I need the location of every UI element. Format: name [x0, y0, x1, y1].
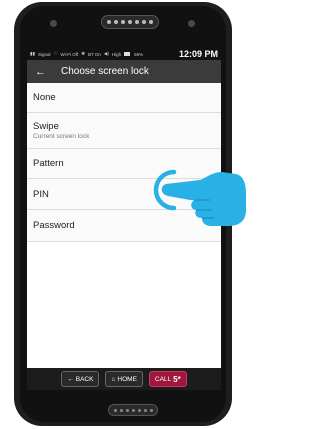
clock: 12:09 PM: [178, 49, 218, 59]
front-camera: [50, 20, 57, 27]
bluetooth-label: BT On: [87, 51, 101, 57]
signal-label: Signal: [37, 51, 51, 57]
home-button[interactable]: ⌂ HOME: [105, 371, 143, 387]
battery-level: 55%: [134, 51, 144, 57]
back-button-label: BACK: [75, 375, 94, 383]
back-arrow-icon: ←: [67, 375, 74, 383]
option-label: Swipe: [33, 121, 59, 132]
volume-label: High: [111, 51, 122, 57]
option-sublabel: Current screen lock: [33, 133, 90, 140]
option-swipe[interactable]: Swipe Current screen lock: [27, 113, 221, 149]
call-key-label: 5*: [173, 374, 181, 384]
bluetooth-icon: ✱: [81, 51, 85, 56]
home-button-label: HOME: [117, 375, 137, 383]
bottom-speaker: [108, 404, 158, 416]
wifi-icon: ♡: [53, 51, 58, 56]
signal-icon: ▮▮: [30, 51, 35, 56]
proximity-sensor: [188, 20, 195, 27]
pointing-hand-icon: [153, 169, 246, 226]
arrow-left-icon[interactable]: ←: [35, 66, 57, 78]
app-bar: ← Choose screen lock: [27, 60, 221, 83]
home-icon: ⌂: [111, 375, 116, 383]
status-bar: ▮▮ Signal ♡ Wi-Fi Off ✱ BT On ◀) High 55…: [27, 48, 221, 60]
call-button[interactable]: CALL 5*: [148, 371, 187, 387]
navigation-bar: ← BACK ⌂ HOME CALL 5*: [27, 368, 221, 390]
option-label: None: [33, 92, 56, 103]
call-button-label: CALL: [154, 375, 172, 383]
back-button[interactable]: ← BACK: [61, 371, 100, 387]
top-speaker: [101, 15, 159, 29]
page-title: Choose screen lock: [61, 66, 149, 77]
battery-icon: [124, 52, 131, 56]
wifi-label: Wi-Fi Off: [60, 51, 79, 57]
volume-icon: ◀): [103, 51, 109, 56]
option-none[interactable]: None: [27, 83, 221, 113]
